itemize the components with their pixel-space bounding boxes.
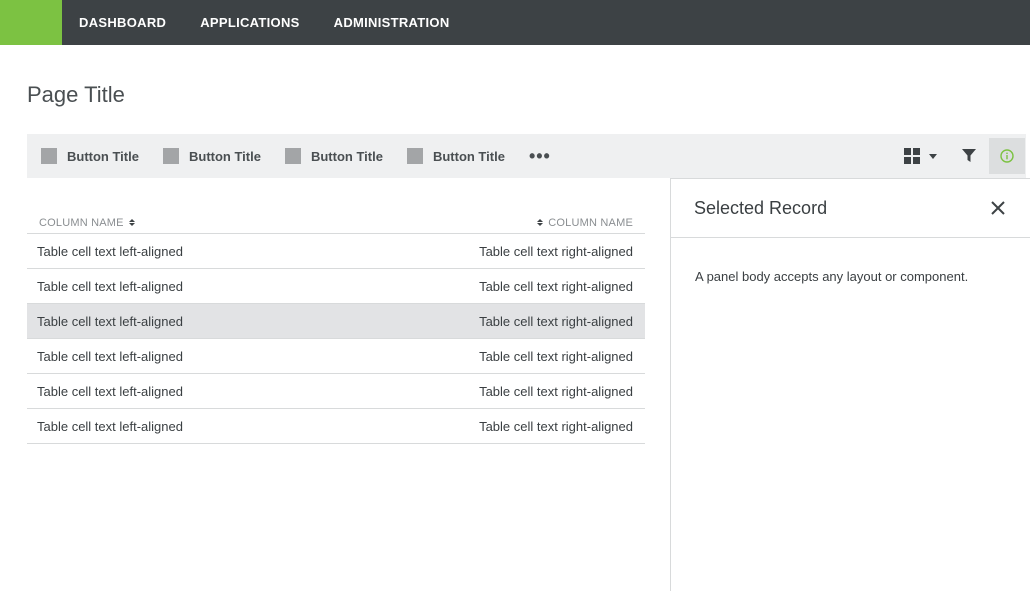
table-row-selected[interactable]: Table cell text left-aligned Table cell … <box>27 304 645 339</box>
table-cell-right: Table cell text right-aligned <box>479 313 633 329</box>
nav-item-dashboard[interactable]: DASHBOARD <box>79 15 166 30</box>
page-title: Page Title <box>27 82 125 107</box>
data-table: COLUMN NAME COLUMN NAME Table cell text … <box>27 212 645 444</box>
close-panel-button[interactable] <box>990 200 1006 216</box>
table-cell-right: Table cell text right-aligned <box>479 243 633 259</box>
table-cell-right: Table cell text right-aligned <box>479 383 633 399</box>
toolbar-button-label: Button Title <box>310 148 383 164</box>
table-cell-right: Table cell text right-aligned <box>479 348 633 364</box>
info-panel-toggle-button[interactable] <box>989 138 1025 174</box>
selected-record-panel: Selected Record A panel body accepts any… <box>670 178 1030 591</box>
table-cell-left: Table cell text left-aligned <box>37 348 183 364</box>
top-navigation: DASHBOARD APPLICATIONS ADMINISTRATION <box>0 0 1030 45</box>
sort-icon <box>537 219 544 226</box>
toolbar: Button Title Button Title Button Title B… <box>27 134 1026 178</box>
column-header-label: COLUMN NAME <box>548 216 633 229</box>
panel-body: A panel body accepts any layout or compo… <box>695 269 969 284</box>
brand-logo[interactable] <box>0 0 62 45</box>
table-row[interactable]: Table cell text left-aligned Table cell … <box>27 234 645 269</box>
grid-view-icon <box>904 148 920 164</box>
view-switcher-button[interactable] <box>904 148 937 164</box>
table-cell-left: Table cell text left-aligned <box>37 383 183 399</box>
nav-item-applications[interactable]: APPLICATIONS <box>200 15 299 30</box>
toolbar-button-1[interactable]: Button Title <box>41 148 139 164</box>
close-icon <box>991 201 1005 215</box>
table-row[interactable]: Table cell text left-aligned Table cell … <box>27 339 645 374</box>
toolbar-button-label: Button Title <box>432 148 505 164</box>
nav-item-administration[interactable]: ADMINISTRATION <box>334 15 450 30</box>
column-header-label: COLUMN NAME <box>39 216 124 229</box>
column-header-right[interactable]: COLUMN NAME <box>532 217 633 229</box>
table-cell-left: Table cell text left-aligned <box>37 313 183 329</box>
button-placeholder-icon <box>162 148 179 164</box>
toolbar-button-label: Button Title <box>67 148 139 164</box>
table-header: COLUMN NAME COLUMN NAME <box>27 212 645 234</box>
table-cell-left: Table cell text left-aligned <box>37 418 183 434</box>
column-header-left[interactable]: COLUMN NAME <box>39 217 140 229</box>
filter-icon <box>962 149 976 162</box>
toolbar-button-label: Button Title <box>188 148 261 164</box>
toolbar-button-3[interactable]: Button Title <box>284 148 383 164</box>
more-options-icon[interactable]: ••• <box>529 147 551 165</box>
table-row[interactable]: Table cell text left-aligned Table cell … <box>27 409 645 444</box>
panel-header: Selected Record <box>671 179 1030 238</box>
button-placeholder-icon <box>406 148 423 164</box>
toolbar-button-4[interactable]: Button Title <box>406 148 505 164</box>
table-row[interactable]: Table cell text left-aligned Table cell … <box>27 269 645 304</box>
button-placeholder-icon <box>284 148 301 164</box>
table-cell-right: Table cell text right-aligned <box>479 278 633 294</box>
table-cell-left: Table cell text left-aligned <box>37 243 183 259</box>
table-cell-left: Table cell text left-aligned <box>37 278 183 294</box>
toolbar-right-actions <box>904 134 1026 178</box>
panel-title: Selected Record <box>694 197 828 218</box>
toolbar-button-2[interactable]: Button Title <box>162 148 261 164</box>
table-cell-right: Table cell text right-aligned <box>479 418 633 434</box>
table-row[interactable]: Table cell text left-aligned Table cell … <box>27 374 645 409</box>
chevron-down-icon <box>929 153 937 159</box>
sort-icon <box>128 219 135 226</box>
filter-button[interactable] <box>961 148 977 164</box>
button-placeholder-icon <box>41 148 57 164</box>
info-icon <box>1000 149 1014 163</box>
